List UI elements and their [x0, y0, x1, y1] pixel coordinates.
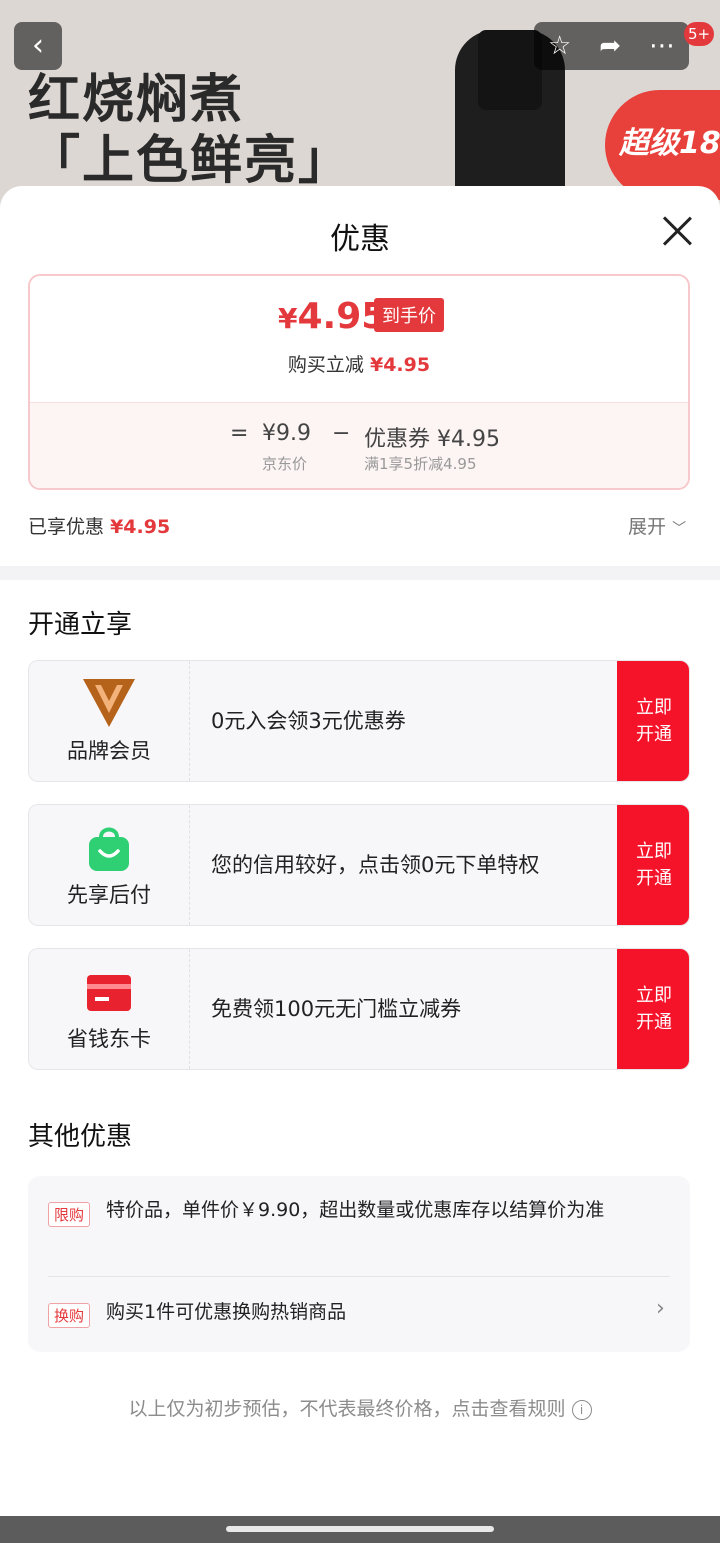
activate-button[interactable]: 立即 开通 — [617, 805, 689, 925]
rules-note[interactable]: 以上仅为初步预估，不代表最终价格，点击查看规则 i — [0, 1394, 720, 1421]
section-divider — [0, 566, 720, 580]
open-section-title: 开通立享 — [28, 610, 133, 640]
limit-tag: 限购 — [48, 1202, 91, 1227]
notification-badge: 5+ — [684, 22, 714, 46]
button-line-2: 开通 — [636, 1012, 672, 1033]
expand-label: 展开 — [628, 516, 667, 538]
star-icon[interactable]: ☆ — [548, 31, 571, 61]
final-price: ¥4.95 — [278, 296, 386, 337]
offer-desc: 0元入会领3元优惠券 — [211, 709, 406, 733]
final-price-amount: 4.95 — [297, 296, 387, 337]
equals-sign: = — [230, 421, 249, 446]
other-offer-text: 购买1件可优惠换购热销商品 — [106, 1301, 347, 1323]
top-action-bar: ☆ ➦ ⋯ — [534, 22, 689, 70]
chevron-left-icon: ‹ — [32, 28, 44, 63]
instant-reduce: 购买立减 ¥4.95 — [30, 350, 688, 377]
minus-sign: − — [332, 421, 351, 446]
button-line-1: 立即 — [636, 841, 672, 862]
close-icon[interactable] — [660, 214, 694, 248]
activate-button[interactable]: 立即 开通 — [617, 661, 689, 781]
offer-brand-member[interactable]: 品牌会员 0元入会领3元优惠券 立即 开通 — [28, 660, 690, 782]
offer-icon-column: 先享后付 — [29, 805, 190, 925]
base-price: ¥9.9 — [262, 421, 311, 446]
coupon-amount: 优惠券 ¥4.95 — [364, 427, 500, 452]
currency-symbol: ¥ — [278, 302, 298, 335]
share-icon[interactable]: ➦ — [599, 31, 621, 61]
offer-icon-column: 省钱东卡 — [29, 949, 190, 1069]
offer-name: 先享后付 — [67, 883, 151, 907]
offer-name: 品牌会员 — [67, 739, 151, 763]
other-section-title: 其他优惠 — [28, 1122, 133, 1152]
bottle-neck-image — [478, 30, 542, 110]
offer-name: 省钱东卡 — [67, 1027, 151, 1051]
chevron-down-icon: ﹀ — [672, 521, 687, 537]
back-button[interactable]: ‹ — [14, 22, 62, 70]
offer-icon-column: 品牌会员 — [29, 661, 190, 781]
card-icon — [87, 975, 131, 1011]
offer-desc: 免费领100元无门槛立减券 — [211, 997, 462, 1021]
price-summary: ¥4.95 到手价 购买立减 ¥4.95 — [30, 276, 688, 402]
base-price-label: 京东价 — [262, 455, 308, 473]
price-card: ¥4.95 到手价 购买立减 ¥4.95 = ¥9.9 京东价 − 优惠券 ¥4… — [28, 274, 690, 490]
button-line-1: 立即 — [636, 985, 672, 1006]
price-breakdown: = ¥9.9 京东价 − 优惠券 ¥4.95 满1享5折减4.95 — [30, 402, 688, 488]
rules-note-text: 以上仅为初步预估，不代表最终价格，点击查看规则 — [128, 1398, 566, 1420]
button-line-2: 开通 — [636, 724, 672, 745]
ad-line-2: 「上色鲜亮」 — [28, 131, 353, 192]
button-line-1: 立即 — [636, 697, 672, 718]
product-ad-text: 红烧焖煮 「上色鲜亮」 — [28, 70, 352, 193]
offer-saving-card[interactable]: 省钱东卡 免费领100元无门槛立减券 立即 开通 — [28, 948, 690, 1070]
chevron-right-icon: › — [656, 1296, 665, 1321]
activate-button[interactable]: 立即 开通 — [617, 949, 689, 1069]
more-icon[interactable]: ⋯ — [649, 31, 675, 61]
home-indicator[interactable] — [226, 1526, 494, 1532]
brand-v-icon — [83, 679, 135, 727]
super-badge: 超级18 — [605, 90, 720, 200]
row-divider — [48, 1276, 670, 1277]
sheet-title: 优惠 — [330, 222, 390, 257]
enjoyed-label: 已享优惠 — [28, 516, 105, 538]
other-offers-box: 限购 特价品，单件价￥9.90，超出数量或优惠库存以结算价为准 换购 购买1件可… — [28, 1176, 690, 1352]
enjoyed-discount: 已享优惠 ¥4.95 — [28, 512, 170, 539]
discount-sheet: 优惠 ¥4.95 到手价 购买立减 ¥4.95 = ¥9.9 京东价 − 优惠券… — [0, 186, 720, 1516]
other-offer-text: 特价品，单件价￥9.90，超出数量或优惠库存以结算价为准 — [106, 1199, 605, 1221]
button-line-2: 开通 — [636, 868, 672, 889]
expand-button[interactable]: 展开 ﹀ — [628, 512, 686, 539]
offer-pay-later[interactable]: 先享后付 您的信用较好，点击领0元下单特权 立即 开通 — [28, 804, 690, 926]
enjoyed-amount: ¥4.95 — [110, 516, 171, 538]
shopping-bag-icon — [89, 827, 129, 871]
reduce-amount: ¥4.95 — [369, 354, 431, 376]
system-nav-bar — [0, 1516, 720, 1543]
info-icon: i — [571, 1399, 592, 1420]
reduce-label: 购买立减 — [287, 354, 364, 376]
final-price-tag: 到手价 — [374, 298, 444, 332]
exchange-tag: 换购 — [48, 1303, 91, 1328]
offer-desc: 您的信用较好，点击领0元下单特权 — [211, 853, 540, 877]
coupon-rule: 满1享5折减4.95 — [364, 455, 477, 473]
ad-line-1: 红烧焖煮 — [28, 70, 245, 130]
